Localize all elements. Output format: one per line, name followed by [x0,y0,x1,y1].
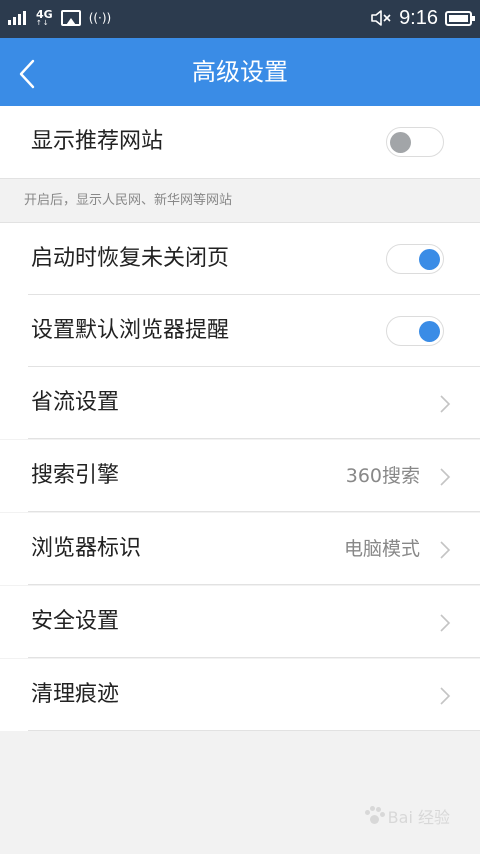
baidu-watermark: Bai 经验 [362,804,450,828]
hotspot-icon: ((·)) [88,11,112,25]
setting-label: 启动时恢复未关闭页 [31,246,230,271]
chevron-right-icon [440,614,451,632]
network-type: 4G ↑↓ [36,8,53,27]
setting-label: 清理痕迹 [31,682,120,707]
setting-label: 搜索引擎 [31,463,120,488]
image-notification-icon [60,10,81,26]
setting-label: 浏览器标识 [31,536,142,561]
setting-clear-traces[interactable]: 清理痕迹 [0,659,480,731]
toggle-knob [390,132,411,153]
chevron-right-icon [440,541,451,559]
chevron-right-icon [440,687,451,705]
setting-label: 显示推荐网站 [31,129,164,154]
chevron-right-icon [440,395,451,413]
setting-default-browser-reminder[interactable]: 设置默认浏览器提醒 [0,295,480,367]
paw-icon [362,804,386,828]
signal-icon [8,11,28,25]
toggle-knob [419,249,440,270]
setting-data-saving[interactable]: 省流设置 [0,367,480,439]
status-bar: 4G ↑↓ ((·)) 9:16 [0,0,480,38]
toggle-knob [419,321,440,342]
setting-restore-pages[interactable]: 启动时恢复未关闭页 [0,223,480,295]
chevron-right-icon [440,468,451,486]
setting-label: 设置默认浏览器提醒 [31,318,230,343]
watermark-text: Bai 经验 [387,808,450,827]
page-title: 高级设置 [192,58,288,86]
recommend-sites-toggle[interactable] [386,127,444,157]
recommend-hint: 开启后，显示人民网、新华网等网站 [0,178,480,223]
restore-pages-toggle[interactable] [386,244,444,274]
divider [28,438,480,439]
title-bar: 高级设置 [0,38,480,106]
setting-value: 360搜索 [345,465,420,487]
setting-value: 电脑模式 [343,538,420,560]
divider [28,657,480,658]
battery-icon [445,10,475,26]
setting-security[interactable]: 安全设置 [0,586,480,658]
divider [28,511,480,512]
clock: 9:16 [399,7,438,29]
setting-browser-ua[interactable]: 浏览器标识 电脑模式 [0,513,480,585]
default-browser-toggle[interactable] [386,316,444,346]
divider [28,584,480,585]
setting-recommend-sites[interactable]: 显示推荐网站 [0,106,480,178]
divider [28,730,480,731]
setting-search-engine[interactable]: 搜索引擎 360搜索 [0,440,480,512]
mute-icon [371,10,391,26]
setting-label: 安全设置 [31,609,120,634]
hint-text: 开启后，显示人民网、新华网等网站 [24,193,233,208]
setting-label: 省流设置 [31,390,120,415]
